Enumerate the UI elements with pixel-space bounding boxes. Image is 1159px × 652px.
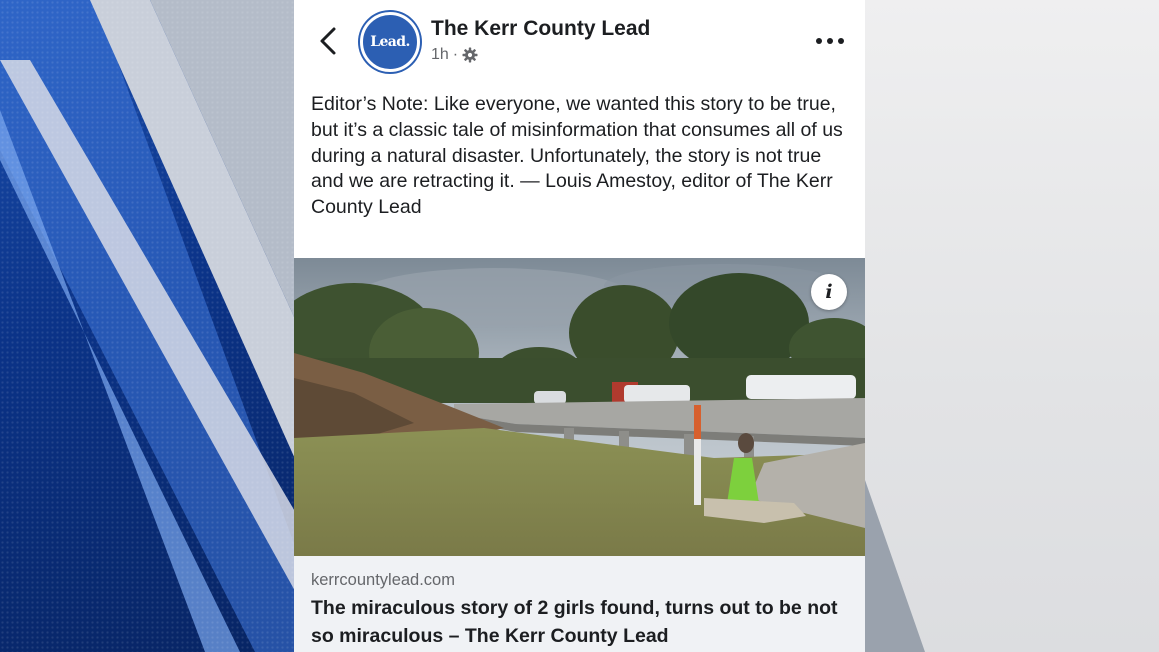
chevron-left-icon [320, 27, 336, 55]
broadcast-background-left [0, 0, 300, 652]
post-timestamp[interactable]: 1h [431, 46, 449, 64]
page-name[interactable]: The Kerr County Lead [431, 17, 650, 41]
post-header: Lead. The Kerr County Lead 1h · [294, 0, 865, 84]
broadcast-background-right [865, 0, 1159, 652]
bridge-flood-photo [294, 258, 865, 556]
meta-separator: · [452, 46, 459, 63]
post-photo[interactable]: i [294, 258, 865, 556]
link-domain: kerrcountylead.com [311, 571, 455, 589]
gear-icon [462, 47, 478, 63]
avatar-logo-text: Lead. [370, 34, 410, 50]
post-meta: 1h · [431, 46, 478, 64]
facebook-post: Lead. The Kerr County Lead 1h · Editor’s… [294, 0, 865, 652]
link-title[interactable]: The miraculous story of 2 girls found, t… [311, 594, 856, 650]
link-preview[interactable]: kerrcountylead.com The miraculous story … [294, 556, 865, 652]
more-options-button[interactable] [813, 30, 847, 52]
page-avatar[interactable]: Lead. [360, 12, 420, 72]
back-button[interactable] [314, 24, 342, 58]
info-button[interactable]: i [811, 274, 847, 310]
post-text: Editor’s Note: Like everyone, we wanted … [311, 93, 843, 219]
ellipsis-icon [816, 38, 844, 44]
